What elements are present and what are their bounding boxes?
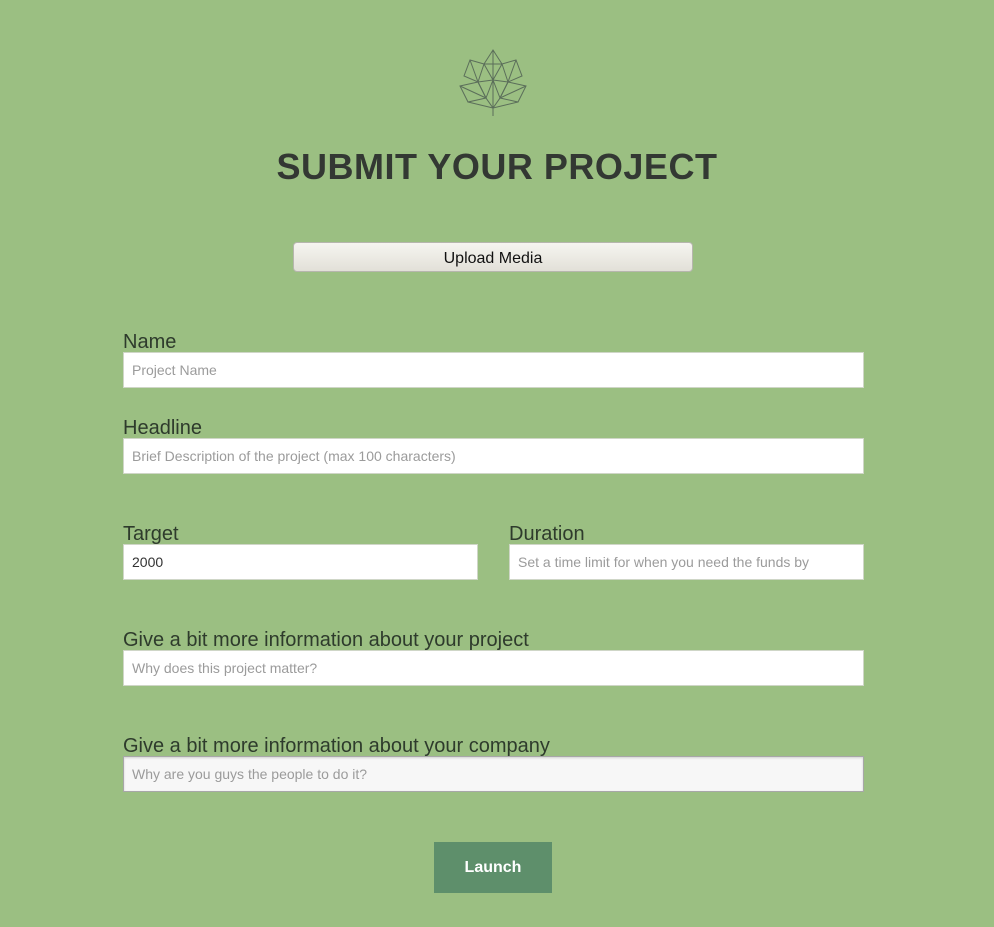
- duration-input[interactable]: [509, 544, 864, 580]
- maple-leaf-logo-icon: [459, 49, 527, 116]
- project-info-label: Give a bit more information about your p…: [123, 629, 529, 651]
- upload-media-button[interactable]: Upload Media: [293, 242, 693, 272]
- project-name-input[interactable]: [123, 352, 864, 388]
- headline-label: Headline: [123, 417, 202, 439]
- target-label: Target: [123, 523, 179, 545]
- headline-input[interactable]: [123, 438, 864, 474]
- duration-label: Duration: [509, 523, 585, 545]
- company-info-input[interactable]: [123, 756, 864, 792]
- project-info-input[interactable]: [123, 650, 864, 686]
- company-info-label: Give a bit more information about your c…: [123, 735, 550, 757]
- name-label: Name: [123, 331, 177, 353]
- page-title: SUBMIT YOUR PROJECT: [276, 146, 718, 187]
- launch-button[interactable]: Launch: [434, 842, 552, 893]
- target-input[interactable]: [123, 544, 478, 580]
